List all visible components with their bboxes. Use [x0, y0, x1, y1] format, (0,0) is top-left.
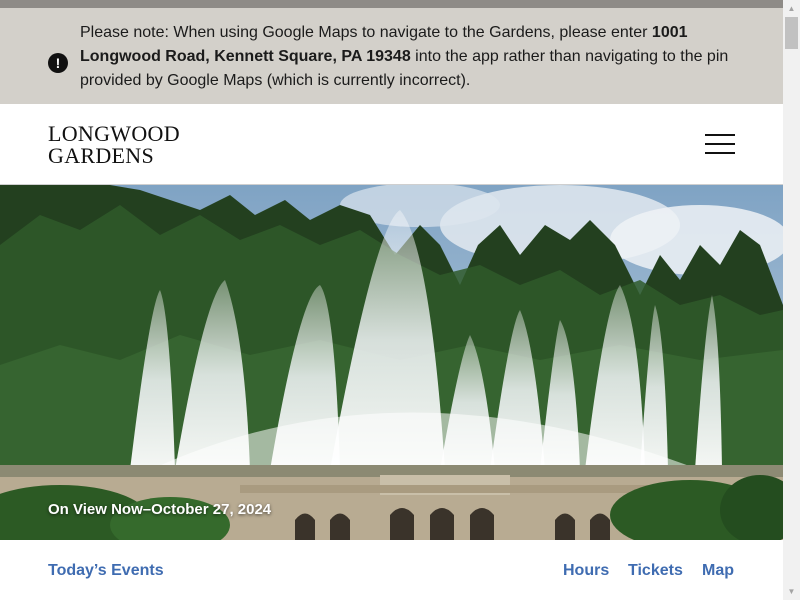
menu-bar-top [705, 134, 735, 136]
page: ! Please note: When using Google Maps to… [0, 0, 783, 600]
notice-banner: ! Please note: When using Google Maps to… [0, 8, 783, 104]
quick-links: Today’s Events Hours Tickets Map [0, 540, 783, 600]
logo-line-1: LONGWOOD [48, 121, 180, 146]
top-strip [0, 0, 783, 8]
scroll-thumb[interactable] [785, 17, 798, 49]
hamburger-menu-icon[interactable] [705, 134, 735, 156]
hero-image: On View Now–October 27, 2024 [0, 185, 783, 540]
map-link[interactable]: Map [702, 562, 734, 580]
tickets-link[interactable]: Tickets [628, 562, 683, 580]
vertical-scrollbar[interactable]: ▲ ▼ [783, 0, 800, 600]
hours-link[interactable]: Hours [563, 562, 609, 580]
logo[interactable]: LONGWOOD GARDENS [48, 123, 180, 167]
scroll-down-arrow-icon[interactable]: ▼ [783, 583, 800, 600]
hero-caption[interactable]: On View Now–October 27, 2024 [48, 501, 271, 518]
site-header: LONGWOOD GARDENS [0, 104, 783, 185]
logo-line-2: GARDENS [48, 143, 154, 168]
scroll-up-arrow-icon[interactable]: ▲ [783, 0, 800, 17]
exclamation-icon: ! [48, 53, 68, 73]
fountain-garden-photo [0, 185, 783, 540]
menu-bar-middle [705, 143, 735, 145]
notice-text-before: Please note: When using Google Maps to n… [80, 24, 652, 41]
menu-bar-bottom [705, 152, 735, 154]
todays-events-link[interactable]: Today’s Events [48, 562, 164, 580]
notice-text: Please note: When using Google Maps to n… [80, 21, 740, 93]
